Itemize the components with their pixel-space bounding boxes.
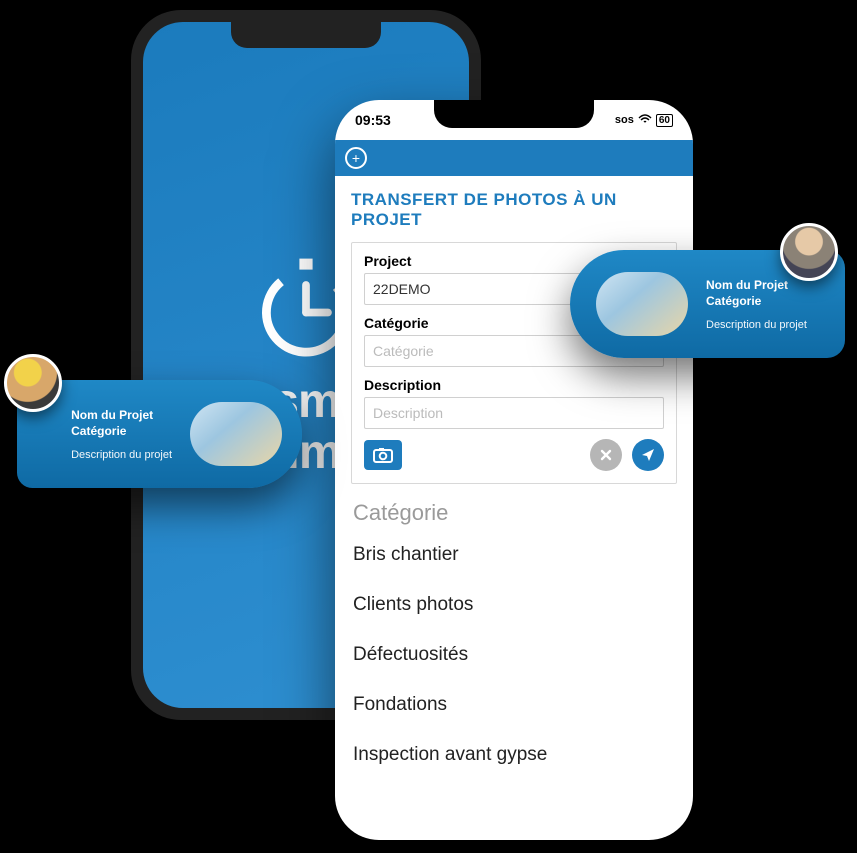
- callout-thumbnail: [596, 272, 688, 336]
- category-item[interactable]: Clients photos: [353, 580, 675, 630]
- description-label: Description: [364, 377, 664, 393]
- avatar: [4, 354, 62, 412]
- callout-project: Nom du Projet: [706, 278, 788, 292]
- wifi-icon: [638, 114, 652, 127]
- phone-app: 09:53 sos 60 + TRANSFERT DE PHOTOS À UN …: [335, 100, 693, 840]
- callout-desc: Description du projet: [706, 319, 807, 331]
- close-icon: [600, 449, 612, 461]
- page-title: TRANSFERT DE PHOTOS À UN PROJET: [351, 190, 677, 230]
- camera-button[interactable]: [364, 440, 402, 470]
- status-time: 09:53: [355, 112, 391, 128]
- avatar: [780, 223, 838, 281]
- add-icon[interactable]: +: [345, 147, 367, 169]
- send-icon: [641, 448, 655, 462]
- callout-card: Nom du Projet Catégorie Description du p…: [17, 380, 302, 488]
- phone-notch: [434, 100, 594, 128]
- category-item[interactable]: Inspection avant gypse: [353, 730, 675, 780]
- description-input[interactable]: [364, 397, 664, 429]
- cancel-button[interactable]: [590, 439, 622, 471]
- status-sos: sos: [615, 114, 634, 126]
- callout-thumbnail: [190, 402, 282, 466]
- callout-desc: Description du projet: [71, 449, 172, 461]
- callout-category: Catégorie: [706, 294, 761, 308]
- callout-project: Nom du Projet: [71, 408, 153, 422]
- battery-icon: 60: [656, 114, 673, 127]
- category-item[interactable]: Bris chantier: [353, 530, 675, 580]
- category-item[interactable]: Fondations: [353, 680, 675, 730]
- category-list: Bris chantier Clients photos Défectuosit…: [335, 530, 693, 780]
- send-button[interactable]: [632, 439, 664, 471]
- camera-icon: [373, 447, 393, 463]
- app-bar: +: [335, 140, 693, 176]
- callout-category: Catégorie: [71, 424, 126, 438]
- category-item[interactable]: Défectuosités: [353, 630, 675, 680]
- phone-notch: [231, 22, 381, 48]
- category-list-header: Catégorie: [335, 492, 693, 530]
